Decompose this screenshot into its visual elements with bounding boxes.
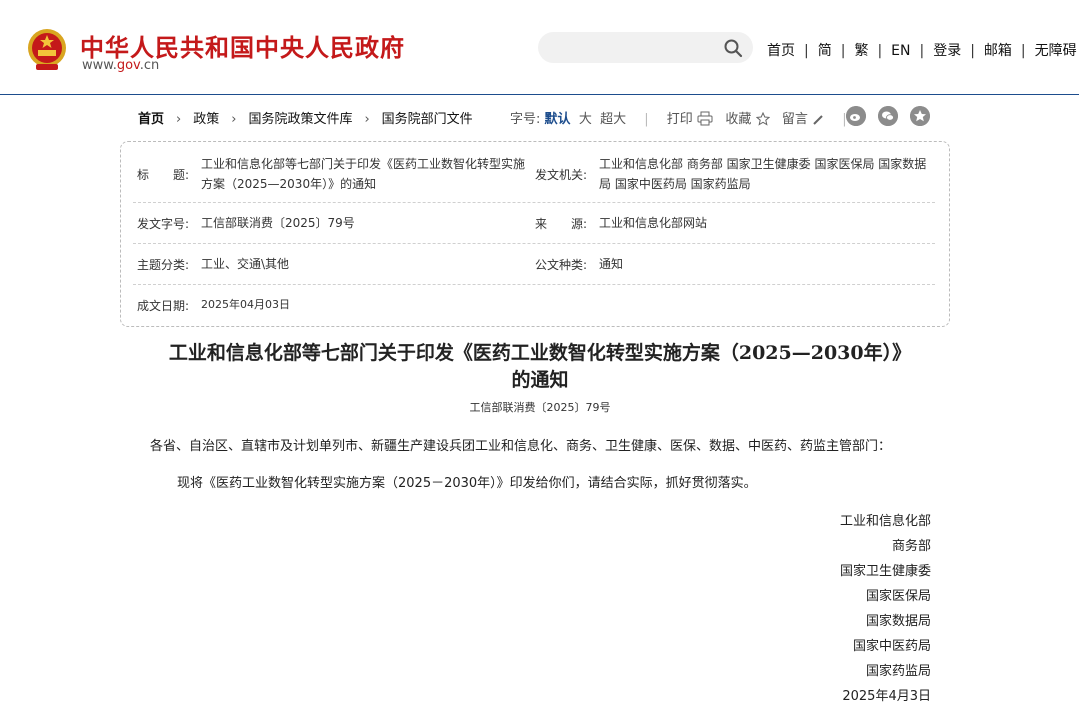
meta-row: 发文字号: 工信部联消费〔2025〕79号 来 源: 工业和信息化部网站	[133, 203, 935, 244]
meta-date-value: 2025年04月03日	[201, 298, 290, 311]
print-label: 打印	[666, 112, 693, 127]
breadcrumb-policy-library[interactable]: 国务院政策文件库	[248, 112, 352, 127]
nav-divider: |	[877, 43, 883, 59]
nav-accessibility[interactable]: 无障碍	[1035, 43, 1077, 59]
printer-icon	[697, 111, 713, 126]
meta-row: 主题分类: 工业、交通\其他 公文种类: 通知	[133, 244, 935, 285]
meta-category-label: 主题分类:	[137, 258, 190, 272]
meta-issuer-label: 发文机关:	[535, 168, 588, 182]
site-url-prefix: www.	[82, 58, 117, 73]
search-input[interactable]	[552, 38, 716, 58]
breadcrumb-department-docs[interactable]: 国务院部门文件	[382, 112, 473, 127]
weibo-icon[interactable]	[846, 106, 866, 126]
document-metadata: 标 题: 工业和信息化部等七部门关于印发《医药工业数智化转型实施方案（2025—…	[120, 141, 950, 327]
breadcrumb: 首页 › 政策 › 国务院政策文件库 › 国务院部门文件	[138, 108, 473, 127]
signatory: 国家数据局	[865, 614, 931, 629]
top-nav: 首页 | 简 | 繁 | EN | 登录 | 邮箱 | 无障碍	[767, 40, 1077, 60]
breadcrumb-home[interactable]: 首页	[138, 112, 164, 127]
favorite-star-icon[interactable]	[910, 106, 930, 126]
font-size-large[interactable]: 大	[579, 112, 592, 127]
favorite-button[interactable]: 收藏	[725, 112, 773, 127]
site-url[interactable]: www.gov.cn	[82, 58, 159, 73]
nav-english[interactable]: EN	[891, 43, 910, 59]
site-url-highlight: gov	[116, 58, 140, 73]
nav-divider: |	[840, 43, 846, 59]
article-date: 2025年4月3日	[842, 689, 931, 704]
nav-simplified[interactable]: 简	[818, 43, 832, 59]
meta-type-label: 公文种类:	[535, 258, 588, 272]
wechat-icon[interactable]	[878, 106, 898, 126]
font-size-default[interactable]: 默认	[545, 112, 571, 127]
nav-divider: |	[804, 43, 809, 59]
signatory: 商务部	[891, 539, 931, 554]
nav-divider: |	[1020, 43, 1026, 59]
meta-type-value: 通知	[599, 257, 624, 271]
nav-divider: |	[919, 43, 925, 59]
chevron-right-icon: ›	[231, 112, 237, 127]
favorite-label: 收藏	[725, 112, 752, 127]
meta-row: 标 题: 工业和信息化部等七部门关于印发《医药工业数智化转型实施方案（2025—…	[133, 152, 935, 203]
comment-label: 留言	[781, 112, 808, 127]
signatory: 国家卫生健康委	[839, 564, 931, 579]
meta-issuer-value: 工业和信息化部 商务部 国家卫生健康委 国家医保局 国家数据局 国家中医药局 国…	[599, 157, 927, 191]
nav-mailbox[interactable]: 邮箱	[984, 43, 1012, 59]
nav-traditional[interactable]: 繁	[854, 43, 868, 59]
breadcrumb-policy[interactable]: 政策	[193, 112, 219, 127]
signatory: 国家中医药局	[852, 639, 931, 654]
meta-category-value: 工业、交通\其他	[201, 257, 290, 271]
signatory: 工业和信息化部	[839, 514, 931, 529]
print-button[interactable]: 打印	[666, 111, 717, 127]
meta-title-label: 标 题:	[137, 168, 190, 182]
toolbar-divider: |	[644, 112, 649, 127]
font-size-xlarge[interactable]: 超大	[600, 112, 626, 127]
nav-login[interactable]: 登录	[933, 43, 961, 59]
article-doc-number: 工信部联消费〔2025〕79号	[469, 401, 611, 414]
national-emblem-icon[interactable]	[26, 28, 68, 72]
meta-docno-label: 发文字号:	[137, 217, 190, 231]
article-toolbar: 字号: 默认 大 超大 | 打印 收藏 留言 |	[510, 108, 861, 127]
site-url-suffix: .cn	[139, 58, 160, 73]
chevron-right-icon: ›	[364, 112, 370, 127]
article-body: 现将《医药工业数智化转型实施方案（2025－2030年）》印发给你们，请结合实际…	[177, 476, 757, 491]
signatory: 国家医保局	[865, 589, 931, 604]
font-size-label: 字号:	[510, 112, 541, 127]
article-title: 工业和信息化部等七部门关于印发《医药工业数智化转型实施方案（2025—2030年…	[120, 340, 960, 394]
meta-title-value: 工业和信息化部等七部门关于印发《医药工业数智化转型实施方案（2025—2030年…	[201, 157, 526, 191]
nav-home[interactable]: 首页	[767, 43, 795, 59]
meta-source-label: 来 源:	[535, 217, 588, 231]
pencil-icon	[813, 115, 823, 125]
site-header: 中华人民共和国中央人民政府 www.gov.cn 首页 | 简 | 繁 | EN | 登录 | 邮箱…	[0, 0, 1079, 95]
signatory: 国家药监局	[865, 664, 931, 679]
article-title-line2: 的通知	[511, 369, 569, 391]
article-salutation: 各省、自治区、直辖市及计划单列市、新疆生产建设兵团工业和信息化、商务、卫生健康、…	[150, 439, 892, 454]
meta-row: 成文日期: 2025年04月03日	[133, 285, 935, 325]
chevron-right-icon: ›	[176, 112, 182, 127]
nav-divider: |	[970, 43, 975, 59]
meta-date-label: 成文日期:	[137, 299, 190, 313]
article-title-line1: 工业和信息化部等七部门关于印发《医药工业数智化转型实施方案（2025—2030年…	[168, 342, 912, 364]
star-icon	[755, 112, 770, 126]
search-box	[538, 32, 753, 63]
meta-source-value: 工业和信息化部网站	[599, 216, 708, 230]
comment-button[interactable]: 留言	[782, 112, 828, 127]
search-icon[interactable]	[723, 38, 743, 58]
meta-docno-value: 工信部联消费〔2025〕79号	[201, 216, 355, 230]
